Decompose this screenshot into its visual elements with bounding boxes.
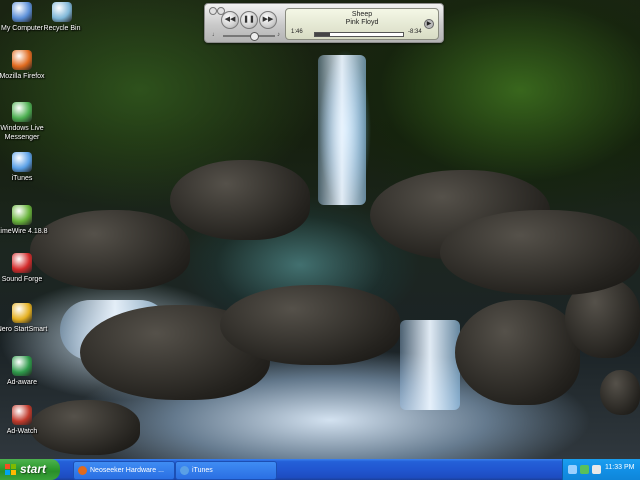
progress-bar[interactable]: [314, 32, 404, 37]
itunes-icon: [12, 152, 32, 172]
desktop-icon-label: Ad-Watch: [6, 428, 38, 435]
desktop-icon-ad-watch[interactable]: Ad-Watch: [0, 405, 54, 436]
next-button[interactable]: ▶▶: [259, 11, 277, 29]
ad-watch-icon: [12, 405, 32, 425]
desktop-icon-label: Mozilla Firefox: [0, 73, 45, 80]
desktop-icon-label: LimeWire 4.18.8: [0, 228, 48, 235]
desktop-icon-label: Nero StartSmart: [0, 326, 48, 333]
taskbar-button-label: Neoseeker Hardware ...: [90, 467, 164, 474]
windows-flag-icon: [5, 464, 16, 475]
clock: 11:33 PM: [605, 464, 635, 471]
volume-high-icon: ♪: [277, 32, 280, 38]
desktop-icon-mozilla-firefox[interactable]: Mozilla Firefox: [0, 50, 54, 81]
desktop-icon-label: Sound Forge: [1, 276, 43, 283]
sound-forge-icon: [12, 253, 32, 273]
taskbar: start Neoseeker Hardware ... iTunes 11:33…: [0, 459, 640, 480]
start-button[interactable]: start: [0, 459, 60, 480]
desktop-icon-recycle-bin[interactable]: Recycle Bin: [30, 2, 94, 33]
windows-live-messenger-icon: [12, 102, 32, 122]
messenger-tray-icon[interactable]: [580, 465, 589, 474]
volume-tray-icon[interactable]: [592, 465, 601, 474]
pause-button[interactable]: ❚❚: [240, 11, 258, 29]
pause-icon: ❚❚: [243, 16, 255, 23]
mozilla-firefox-icon: [12, 50, 32, 70]
volume-slider[interactable]: [223, 35, 275, 37]
desktop-icon-label: Ad-aware: [7, 379, 37, 386]
remaining-time: -8:34: [408, 29, 422, 35]
my-computer-icon: [12, 2, 32, 22]
desktop-icon-sound-forge[interactable]: Sound Forge: [0, 253, 54, 284]
desktop-icon-label: Recycle Bin: [43, 25, 81, 32]
desktop-icon-itunes[interactable]: iTunes: [0, 152, 54, 183]
close-dot-icon[interactable]: [209, 7, 217, 15]
taskbar-button[interactable]: iTunes: [175, 461, 277, 480]
taskbar-button[interactable]: Neoseeker Hardware ...: [73, 461, 175, 480]
desktop-wallpaper: [0, 0, 640, 459]
now-playing-display: Sheep Pink Floyd 1:46 -8:34 ▶: [285, 8, 439, 40]
ad-aware-icon: [12, 356, 32, 376]
itunes-mini-player[interactable]: ◀◀ ❚❚ ▶▶ ♩ ♪ Sheep Pink Floyd 1:46 -8:34…: [204, 3, 444, 43]
volume-knob[interactable]: [250, 32, 260, 41]
system-tray: 11:33 PM: [562, 459, 640, 480]
nero-icon: [12, 303, 32, 323]
desktop-icon-ad-aware[interactable]: Ad-aware: [0, 356, 54, 387]
previous-button[interactable]: ◀◀: [221, 11, 239, 29]
previous-icon: ◀◀: [224, 16, 236, 23]
recycle-bin-icon: [52, 2, 72, 22]
artist-name: Pink Floyd: [345, 19, 379, 26]
desktop-icon-nero[interactable]: Nero StartSmart: [0, 303, 54, 334]
desktop-icon-windows-live-messenger[interactable]: Windows Live Messenger: [0, 102, 54, 142]
desktop-icon-label: Windows Live Messenger: [0, 125, 44, 141]
network-icon[interactable]: [568, 465, 577, 474]
desktop-icon-label: iTunes: [11, 175, 33, 182]
itunes-icon: [180, 466, 189, 475]
volume-low-icon: ♩: [212, 32, 218, 38]
elapsed-time: 1:46: [291, 29, 303, 35]
firefox-icon: [78, 466, 87, 475]
snapback-icon[interactable]: ▶: [424, 19, 434, 29]
song-title: Sheep: [351, 11, 373, 18]
taskbar-button-label: iTunes: [192, 467, 213, 474]
next-icon: ▶▶: [262, 16, 274, 23]
limewire-icon: [12, 205, 32, 225]
start-label: start: [20, 462, 47, 476]
desktop-icon-limewire[interactable]: LimeWire 4.18.8: [0, 205, 54, 236]
